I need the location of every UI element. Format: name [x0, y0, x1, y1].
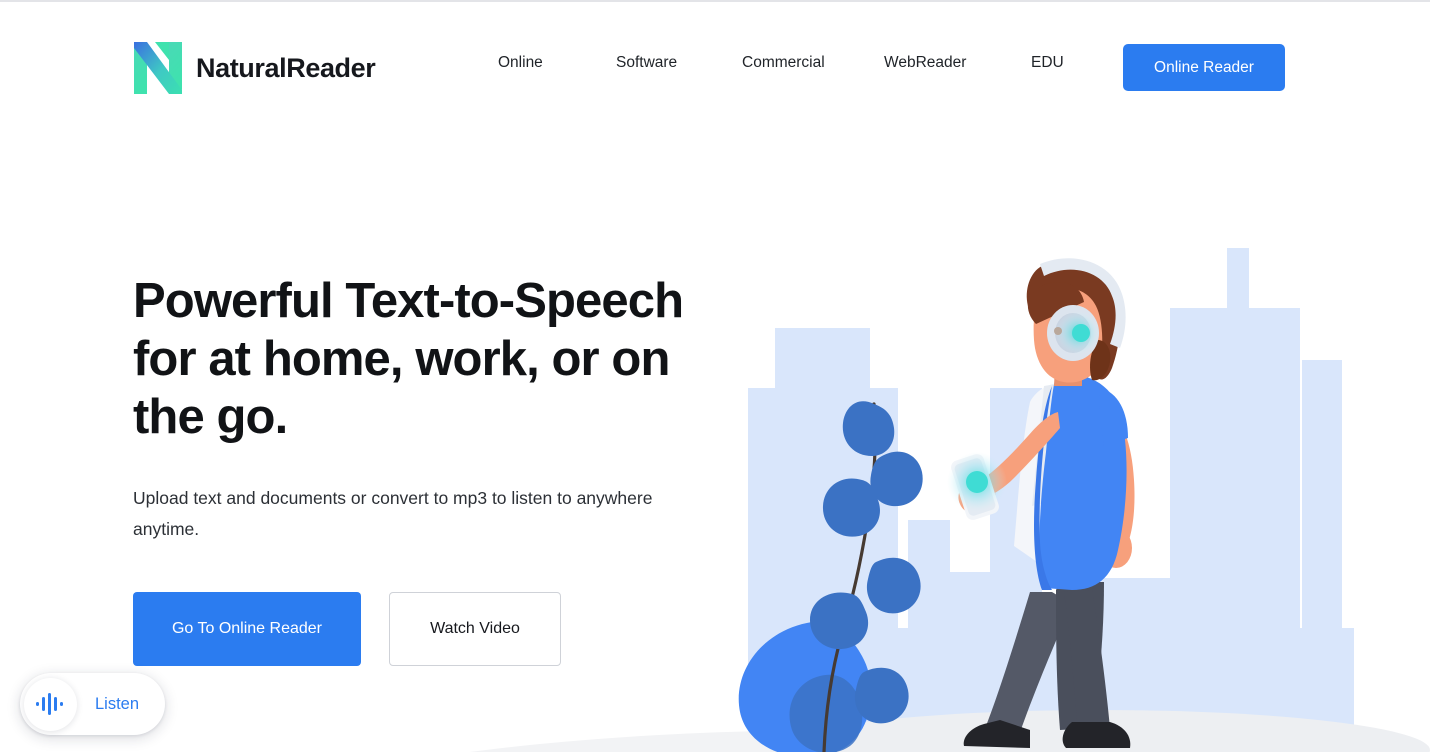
brand-logo-link[interactable]: NaturalReader — [133, 40, 376, 96]
watch-video-button[interactable]: Watch Video — [389, 592, 561, 666]
audio-waveform-icon[interactable] — [24, 677, 77, 731]
go-to-online-reader-button[interactable]: Go To Online Reader — [133, 592, 361, 666]
nav-item-edu[interactable]: EDU — [1031, 54, 1111, 72]
page-title: Powerful Text-to-Speech for at home, wor… — [133, 274, 684, 444]
landing-page: NaturalReader Online Software Commercial… — [0, 0, 1430, 752]
listen-label: Listen — [95, 694, 140, 713]
site-header: NaturalReader Online Software Commercial… — [0, 2, 1430, 128]
brand-name: NaturalReader — [196, 52, 376, 83]
hero-illustration — [700, 190, 1430, 752]
hero-cta-row: Go To Online Reader Watch Video — [133, 592, 733, 666]
hero-section: Powerful Text-to-Speech for at home, wor… — [133, 272, 733, 666]
listen-widget[interactable]: Listen — [20, 673, 166, 735]
nav-item-online[interactable]: Online — [498, 54, 616, 72]
nav-item-commercial[interactable]: Commercial — [742, 54, 884, 72]
header-online-reader-button[interactable]: Online Reader — [1123, 44, 1285, 91]
nav-item-webreader[interactable]: WebReader — [884, 54, 1031, 72]
naturalreader-n-logo-icon — [133, 40, 183, 96]
nav-item-software[interactable]: Software — [616, 54, 742, 72]
hero-subtitle: Upload text and documents or convert to … — [133, 488, 653, 539]
primary-nav: Online Software Commercial WebReader EDU — [498, 54, 1111, 72]
